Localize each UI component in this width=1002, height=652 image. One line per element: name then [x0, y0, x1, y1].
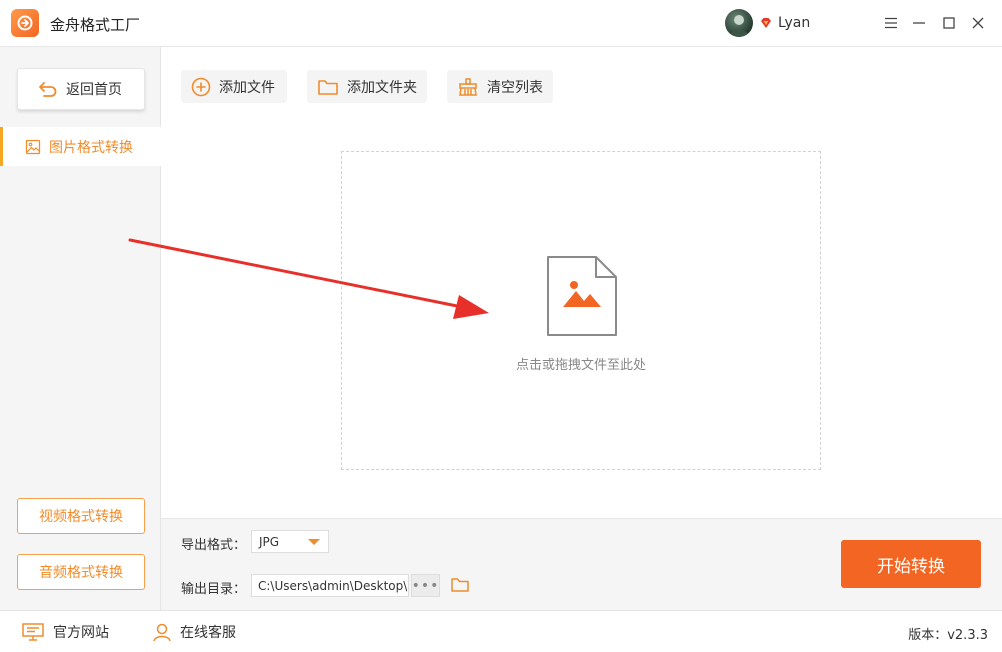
- clear-list-label: 清空列表: [487, 79, 543, 96]
- sidebar: 返回首页 图片格式转换 视频格式转换 音频格式转换: [0, 47, 161, 610]
- chevron-down-icon: [308, 539, 320, 545]
- add-file-label: 添加文件: [219, 79, 275, 96]
- monitor-icon: [22, 623, 44, 641]
- menu-icon[interactable]: [880, 12, 902, 34]
- official-website-label: 官方网站: [53, 625, 109, 641]
- open-folder-icon[interactable]: [450, 575, 470, 595]
- add-folder-label: 添加文件夹: [347, 79, 417, 96]
- user-service-icon: [153, 623, 171, 642]
- title-bar: 金舟格式工厂 Lyan: [0, 0, 1002, 47]
- image-icon: [25, 139, 41, 154]
- browse-dir-button[interactable]: •••: [411, 574, 440, 597]
- version-text: 版本：v2.3.3: [908, 628, 988, 643]
- minimize-icon[interactable]: [908, 12, 930, 34]
- clear-list-button[interactable]: 清空列表: [447, 70, 553, 103]
- plus-circle-icon: [191, 77, 211, 96]
- avatar[interactable]: [725, 9, 753, 37]
- status-bar: 官方网站 在线客服 版本：v2.3.3: [0, 610, 1002, 652]
- output-dir-label: 输出目录：: [181, 582, 247, 597]
- start-convert-button[interactable]: 开始转换: [841, 540, 981, 588]
- export-format-label: 导出格式：: [181, 538, 247, 553]
- official-website-link[interactable]: 官方网站: [21, 622, 109, 642]
- sidebar-item-label: 图片格式转换: [49, 139, 133, 156]
- add-file-button[interactable]: 添加文件: [181, 70, 287, 103]
- export-format-select[interactable]: JPG: [251, 530, 329, 553]
- app-logo-icon: [11, 9, 39, 37]
- maximize-icon[interactable]: [938, 12, 960, 34]
- vip-diamond-icon: [761, 18, 771, 28]
- output-dir-field[interactable]: C:\Users\admin\Desktop\: [251, 574, 409, 597]
- return-arrow-icon: [39, 82, 57, 97]
- add-folder-button[interactable]: 添加文件夹: [307, 70, 427, 103]
- back-home-button[interactable]: 返回首页: [17, 68, 145, 110]
- image-file-icon: [547, 256, 617, 336]
- file-drop-zone[interactable]: 点击或拖拽文件至此处: [341, 151, 821, 470]
- sidebar-item-image-convert[interactable]: 图片格式转换: [0, 127, 161, 166]
- close-icon[interactable]: [967, 12, 989, 34]
- online-support-link[interactable]: 在线客服: [152, 622, 236, 642]
- folder-icon: [318, 79, 338, 95]
- drop-hint: 点击或拖拽文件至此处: [515, 358, 646, 373]
- audio-convert-button[interactable]: 音频格式转换: [17, 554, 145, 590]
- video-convert-button[interactable]: 视频格式转换: [17, 498, 145, 534]
- export-format-value: JPG: [259, 534, 280, 549]
- online-support-label: 在线客服: [180, 625, 236, 641]
- app-title: 金舟格式工厂: [50, 16, 141, 34]
- username[interactable]: Lyan: [778, 15, 810, 31]
- back-home-label: 返回首页: [66, 82, 122, 98]
- broom-icon: [459, 77, 477, 96]
